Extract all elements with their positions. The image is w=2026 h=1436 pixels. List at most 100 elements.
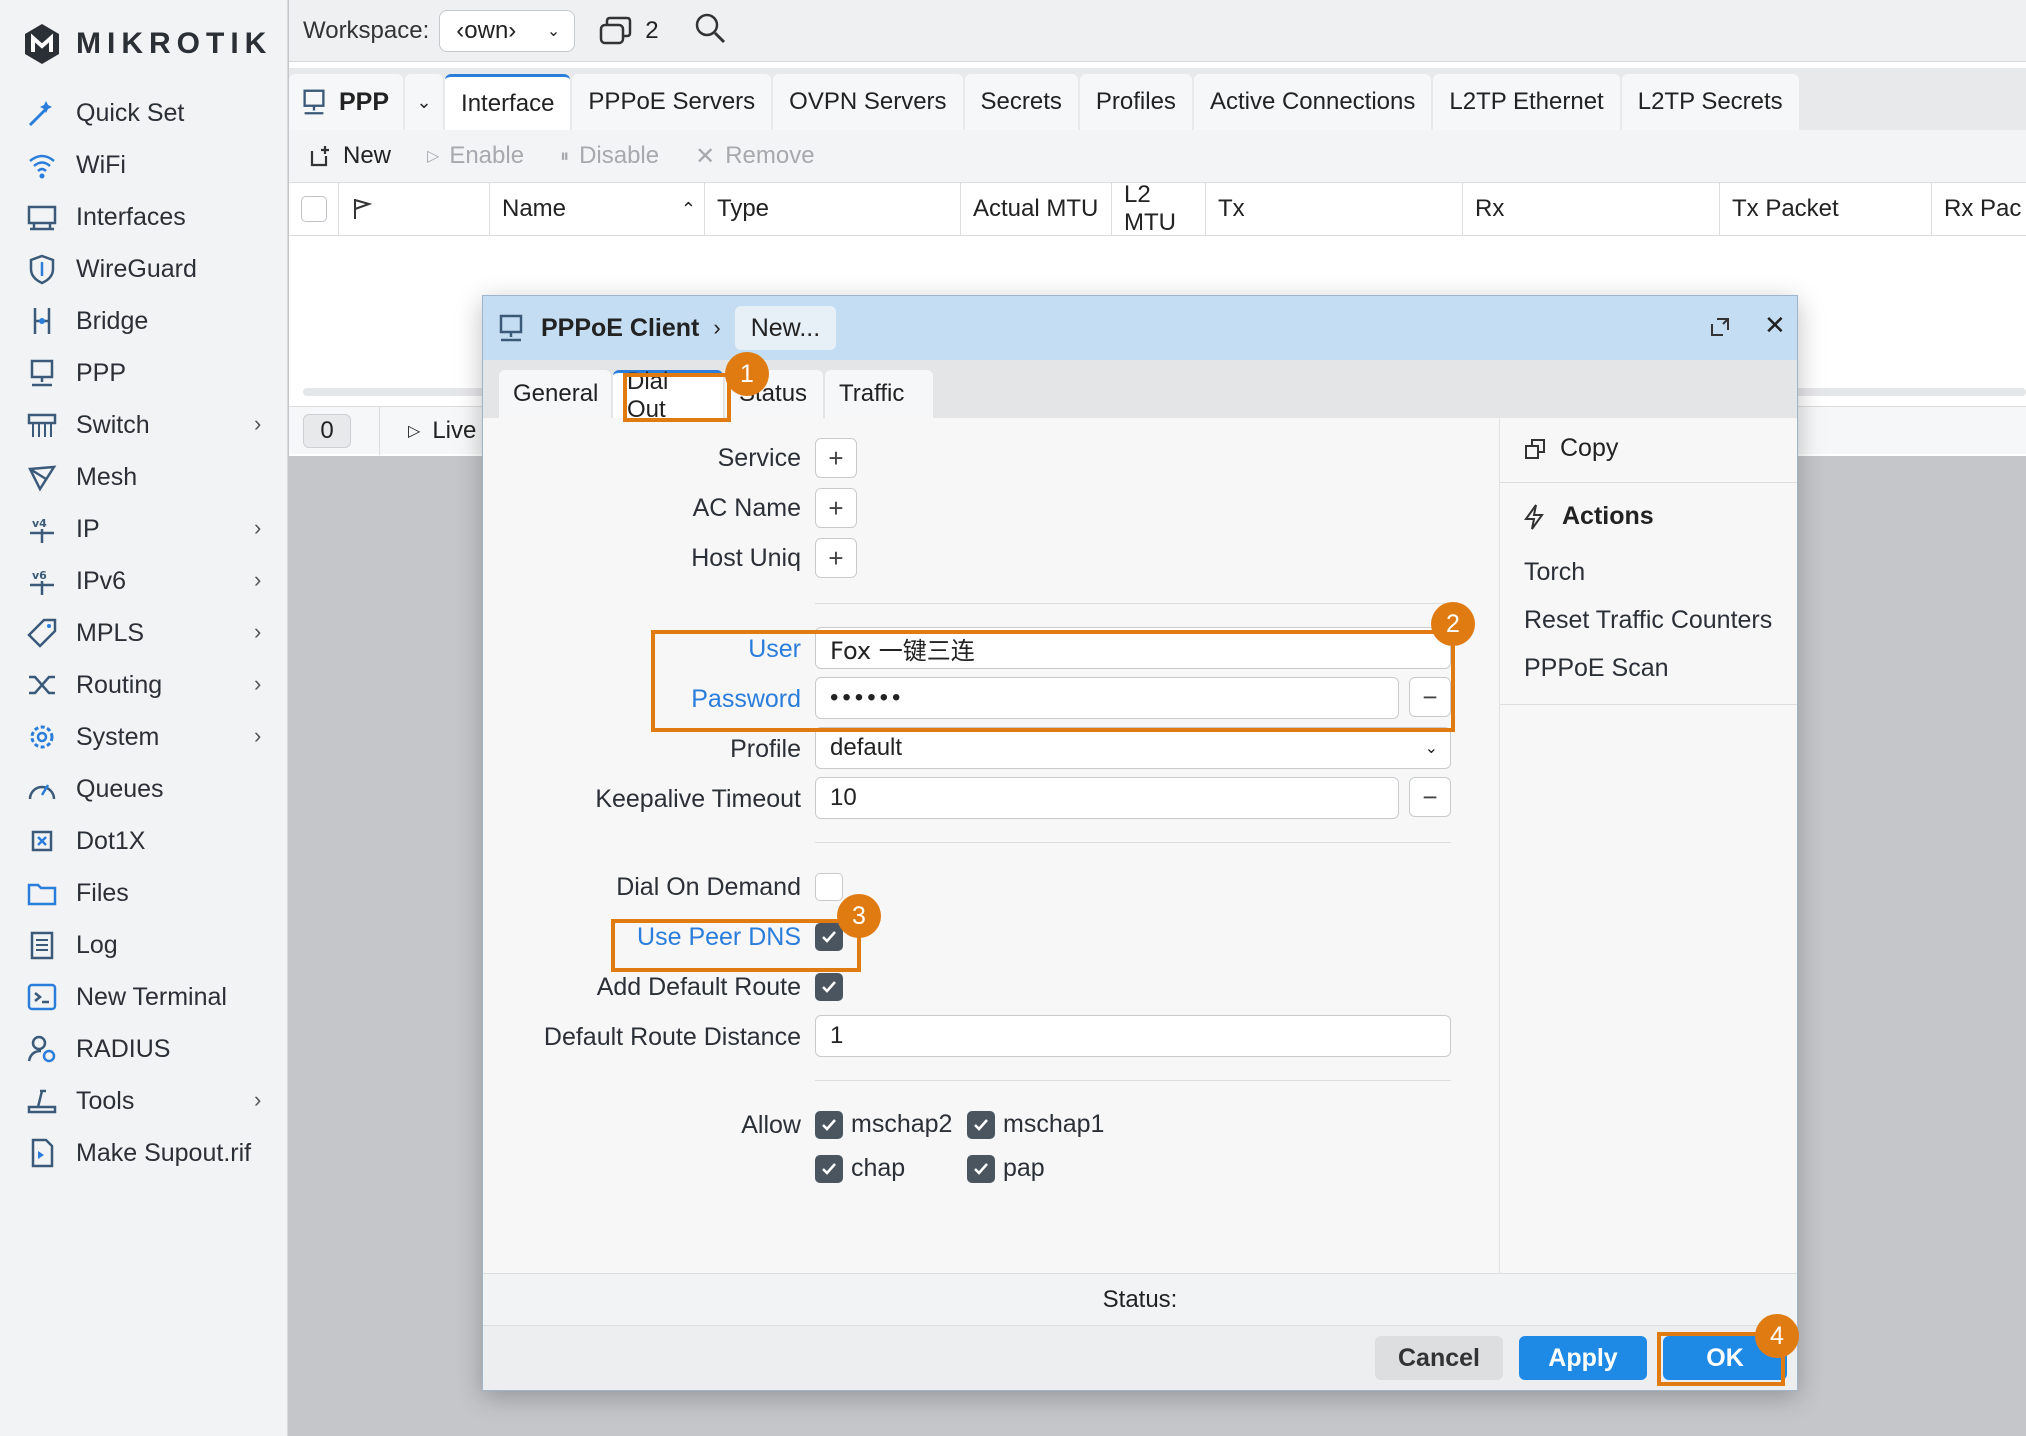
checkmark-icon (974, 1119, 988, 1131)
badge-number: 1 (740, 359, 754, 388)
tab-l2tp-ethernet[interactable]: L2TP Ethernet (1433, 74, 1620, 130)
annotation-badge-2: 2 (1431, 602, 1475, 646)
windows-button[interactable]: 2 (599, 15, 659, 47)
svg-text:v4: v4 (32, 517, 47, 530)
column-rx-packet[interactable]: Rx Pac (1932, 183, 2026, 235)
new-button[interactable]: New (309, 142, 391, 170)
sidebar-item-log[interactable]: Log (0, 919, 288, 971)
allow-mschap2-checkbox[interactable] (815, 1111, 843, 1139)
ipv6-icon: v6 (24, 563, 60, 599)
quick-set-icon (24, 95, 60, 131)
allow-pap-checkbox[interactable] (967, 1155, 995, 1183)
search-button[interactable] (693, 11, 727, 50)
tab-secrets[interactable]: Secrets (964, 74, 1078, 130)
windows-count: 2 (645, 16, 659, 44)
chevron-right-icon: › (254, 1087, 262, 1112)
table-header: Name ⌃ Type Actual MTU L2 MTU Tx Rx Tx Pa… (289, 181, 2026, 236)
column-tx-packet[interactable]: Tx Packet (1720, 183, 1932, 235)
apply-button[interactable]: Apply (1519, 1336, 1647, 1380)
allow-mschap1-checkbox[interactable] (967, 1111, 995, 1139)
sidebar-item-ip[interactable]: v4 IP › (0, 503, 288, 555)
default-route-distance-input[interactable]: 1 (815, 1015, 1451, 1057)
enable-button[interactable]: ▷ Enable (427, 142, 524, 170)
tab-ovpn-servers[interactable]: OVPN Servers (773, 74, 963, 130)
dialog-footer: Cancel Apply OK (483, 1325, 1797, 1390)
allow-chap-checkbox[interactable] (815, 1155, 843, 1183)
cancel-button[interactable]: Cancel (1375, 1336, 1503, 1380)
sidebar-item-wireguard[interactable]: WireGuard (0, 243, 288, 295)
close-button[interactable]: ✕ (1764, 310, 1786, 341)
keepalive-timeout-input[interactable]: 10 (815, 777, 1399, 819)
workspace-select[interactable]: ‹own› ⌄ (439, 9, 576, 52)
sidebar-item-tools[interactable]: Tools › (0, 1075, 288, 1127)
terminal-icon (24, 979, 60, 1015)
sidebar-item-interfaces[interactable]: Interfaces (0, 191, 288, 243)
tab-pppoe-servers[interactable]: PPPoE Servers (572, 74, 772, 130)
tab-traffic[interactable]: Traffic (825, 370, 933, 418)
supout-icon (24, 1135, 60, 1171)
sidebar-item-make-supout[interactable]: Make Supout.rif (0, 1127, 288, 1179)
disable-button[interactable]: ⏸ Disable (560, 142, 659, 170)
sidebar-item-radius[interactable]: RADIUS (0, 1023, 288, 1075)
sidebar-item-mpls[interactable]: MPLS › (0, 607, 288, 659)
tab-l2tp-secrets[interactable]: L2TP Secrets (1621, 74, 1799, 130)
column-type[interactable]: Type (705, 183, 961, 235)
action-reset-traffic-counters[interactable]: Reset Traffic Counters (1524, 606, 1772, 635)
remove-keepalive-button[interactable]: − (1409, 777, 1451, 817)
chevron-right-icon: › (254, 411, 262, 436)
tab-interface[interactable]: Interface (445, 74, 571, 130)
column-label: L2 MTU (1124, 181, 1176, 236)
chevron-right-icon: › (254, 515, 262, 540)
tab-profiles[interactable]: Profiles (1079, 74, 1192, 130)
sidebar-item-ipv6[interactable]: v6 IPv6 › (0, 555, 288, 607)
ppp-menu-dropdown[interactable]: ⌄ (405, 74, 444, 130)
tab-active-connections[interactable]: Active Connections (1193, 74, 1432, 130)
tab-general[interactable]: General (499, 370, 611, 418)
sidebar-item-mesh[interactable]: Mesh (0, 451, 288, 503)
dial-out-form: Service + AC Name + Host Uniq + User Fox… (483, 418, 1500, 1273)
sidebar-item-switch[interactable]: Switch › (0, 399, 288, 451)
column-actual-mtu[interactable]: Actual MTU (961, 183, 1112, 235)
sidebar-item-system[interactable]: System › (0, 711, 288, 763)
sidebar-item-label: IP (76, 514, 100, 543)
column-tx[interactable]: Tx (1206, 183, 1463, 235)
annotation-badge-4: 4 (1755, 1314, 1799, 1358)
sidebar-item-files[interactable]: Files (0, 867, 288, 919)
tab-label: OVPN Servers (789, 88, 947, 115)
add-default-route-checkbox[interactable] (815, 973, 843, 1001)
sidebar-item-wifi[interactable]: WiFi (0, 139, 288, 191)
flag-column[interactable] (339, 183, 490, 235)
ppp-toolbar: New ▷ Enable ⏸ Disable ✕ Remove (289, 130, 2026, 182)
chevron-down-icon: ⌄ (416, 91, 432, 112)
column-l2-mtu[interactable]: L2 MTU (1112, 181, 1206, 236)
sidebar-item-ppp[interactable]: PPP (0, 347, 288, 399)
live-button[interactable]: ▷ Live (408, 417, 476, 445)
select-all-checkbox[interactable] (289, 183, 339, 235)
sidebar-item-dot1x[interactable]: Dot1X (0, 815, 288, 867)
dial-on-demand-checkbox[interactable] (815, 873, 843, 901)
add-host-uniq-button[interactable]: + (815, 538, 857, 578)
copy-button[interactable]: Copy (1524, 434, 1618, 463)
copy-icon (1525, 438, 1545, 459)
action-pppoe-scan[interactable]: PPPoE Scan (1524, 654, 1669, 683)
sidebar-item-label: Quick Set (76, 98, 185, 127)
sidebar-item-quick-set[interactable]: Quick Set (0, 87, 288, 139)
sidebar-item-new-terminal[interactable]: New Terminal (0, 971, 288, 1023)
add-service-button[interactable]: + (815, 438, 857, 478)
sidebar-item-label: Bridge (76, 306, 149, 335)
sidebar-item-queues[interactable]: Queues (0, 763, 288, 815)
profile-select[interactable]: default ⌄ (815, 727, 1451, 769)
annotation-box-dial-out (623, 373, 731, 422)
action-torch[interactable]: Torch (1524, 558, 1585, 587)
sidebar-item-bridge[interactable]: Bridge (0, 295, 288, 347)
remove-button[interactable]: ✕ Remove (695, 142, 814, 171)
item-count-value: 0 (320, 416, 334, 444)
column-name[interactable]: Name ⌃ (490, 183, 705, 235)
maximize-button[interactable] (1707, 314, 1733, 347)
sidebar-item-routing[interactable]: Routing › (0, 659, 288, 711)
pause-icon: ⏸ (560, 145, 570, 166)
add-ac-name-button[interactable]: + (815, 488, 857, 528)
dialog-title-bar[interactable]: PPPoE Client › New... ✕ (483, 296, 1797, 360)
new-label: New (343, 142, 392, 169)
column-rx[interactable]: Rx (1463, 183, 1720, 235)
